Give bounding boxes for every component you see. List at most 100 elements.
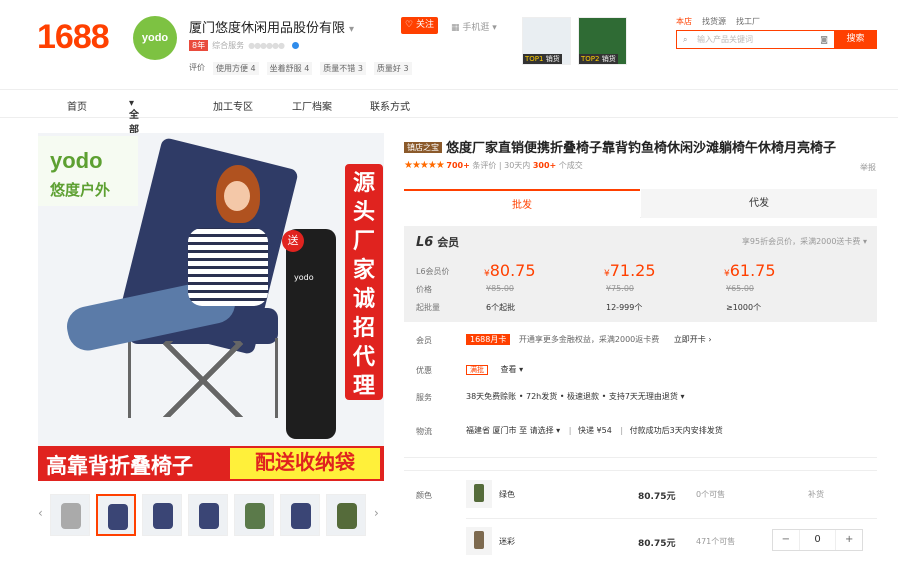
monthly-card-badge: 1688月卡 <box>466 334 511 345</box>
divider <box>404 457 877 458</box>
member-row-label: 会员 <box>416 336 432 345</box>
sku-stock: 0个可售 <box>696 490 726 499</box>
chevron-down-icon: ▾ <box>349 24 355 35</box>
orig-price-label: 价格 <box>416 285 432 294</box>
top2-tag: TOP2 销货 <box>579 54 618 64</box>
star-rating-icon: ★★★★★ <box>404 160 445 171</box>
search-button[interactable]: 搜索 <box>834 30 877 49</box>
decrement-button[interactable]: − <box>773 530 799 550</box>
overall-label: 综合服务 <box>212 41 245 50</box>
sku-name: 迷彩 <box>499 537 515 546</box>
thumbnail[interactable] <box>50 494 90 536</box>
quantity-input[interactable]: 0 <box>798 530 837 550</box>
sku-row: 迷彩 80.75元 471个可售 − 0 + <box>404 523 877 563</box>
promo-tag: 满批 <box>466 365 488 375</box>
promo-row-label: 优惠 <box>416 366 432 375</box>
promo-row: 满批 查看 ▾ <box>466 364 523 375</box>
divider <box>466 518 877 519</box>
rating-tag: 质量好 3 <box>373 62 412 75</box>
sku-price: 80.75元 <box>638 492 676 502</box>
chevron-right-icon[interactable]: › <box>374 506 379 520</box>
view-promo-link[interactable]: 查看 ▾ <box>501 365 524 374</box>
purchase-tabs: 批发 代发 <box>404 189 877 218</box>
tier-original-price: ¥85.00 <box>486 284 514 293</box>
sku-price: 80.75元 <box>638 539 676 549</box>
rating-tag: 质量不错 3 <box>320 62 366 75</box>
thumbnail[interactable] <box>280 494 320 536</box>
sku-name: 绿色 <box>499 490 515 499</box>
logistics-row: 福建省 厦门市 至 请选择 ▾ | 快递 ¥54 | 付款成功后3天内安排发货 <box>466 426 723 435</box>
rating-tag: 坐着舒服 4 <box>266 62 313 75</box>
report-link[interactable]: 举报 <box>860 162 876 173</box>
site-logo[interactable]: 1688 <box>37 18 110 57</box>
vertical-banner: 源头厂家 诚招代理 <box>345 164 383 400</box>
storage-bag: yodo <box>286 229 336 439</box>
member-discount-note[interactable]: 享95折会员价，采满2000送卡费 ▾ <box>742 236 867 247</box>
logistics-row-label: 物流 <box>416 427 432 436</box>
shop-logo[interactable]: yodo <box>133 16 177 60</box>
brand-logo: yodo 悠度户外 <box>38 136 138 206</box>
search-scope-tabs: 本店 找货源 找工厂 <box>676 16 760 27</box>
top1-product[interactable]: TOP1 销货 <box>522 17 571 65</box>
product-title: 镇店之宝 悠度厂家直销便携折叠椅子靠背钓鱼椅休闲沙滩躺椅午休椅月亮椅子 <box>404 137 836 156</box>
ratings-label: 评价 <box>189 63 205 72</box>
thumbnail[interactable] <box>96 494 136 536</box>
nav-processing[interactable]: 加工专区 <box>213 98 253 113</box>
nav-all-products[interactable]: 全部商品 ▾ <box>129 98 139 166</box>
tier-batch: ≥1000个 <box>726 303 762 312</box>
scope-shop[interactable]: 本店 <box>676 16 692 27</box>
person-shirt <box>188 228 268 306</box>
nav-home[interactable]: 首页 <box>67 98 87 113</box>
increment-button[interactable]: + <box>836 530 862 550</box>
scope-factory[interactable]: 找工厂 <box>736 16 760 27</box>
search-input[interactable]: ⌕ 输入产品关键词 ◙ <box>676 30 834 49</box>
member-price-label: L6会员价 <box>416 267 450 276</box>
destination-select[interactable]: 福建省 厦门市 至 请选择 ▾ <box>466 426 560 435</box>
sku-row: 绿色 80.75元 0个可售 补货 <box>404 476 877 516</box>
shop-name[interactable]: 厦门悠度休闲用品股份有限 ▾ <box>189 17 354 36</box>
tab-dropship[interactable]: 代发 <box>641 189 877 218</box>
thumbnail[interactable] <box>234 494 274 536</box>
tab-wholesale[interactable]: 批发 <box>404 189 640 218</box>
nav-contact[interactable]: 联系方式 <box>370 98 410 113</box>
tier-price: ¥71.25 <box>604 261 656 280</box>
sku-image[interactable] <box>466 480 492 508</box>
chevron-left-icon[interactable]: ‹ <box>38 506 43 520</box>
member-level: L6 会员 <box>416 235 460 250</box>
gift-badge: 送 <box>282 230 304 252</box>
moq-label: 起批量 <box>416 303 440 312</box>
years-badge: 8年 <box>189 40 209 51</box>
top1-tag: TOP1 销货 <box>523 54 562 64</box>
chair-cross-legs <box>148 341 258 417</box>
shipping-fee: 快递 ¥54 <box>578 426 612 435</box>
nav-factory[interactable]: 工厂档案 <box>292 98 332 113</box>
tier-price: ¥61.75 <box>724 261 776 280</box>
service-row-label: 服务 <box>416 393 432 402</box>
open-card-link[interactable]: 立即开卡 › <box>674 335 712 344</box>
thumbnail-strip: ‹ › <box>38 494 384 538</box>
divider <box>404 470 877 471</box>
sku-image[interactable] <box>466 527 492 555</box>
ship-note: 付款成功后3天内安排发货 <box>629 426 723 435</box>
rating-tag: 使用方便 4 <box>213 62 259 75</box>
service-row[interactable]: 38天免费赊账 • 72h发货 • 极速退款 • 支持7天无理由退货 ▾ <box>466 391 685 402</box>
tier-batch: 6个起批 <box>486 303 516 312</box>
member-row: 1688月卡 开通享更多金融权益，采满2000返卡费 立即开卡 › <box>466 334 712 345</box>
top2-product[interactable]: TOP2 销货 <box>578 17 627 65</box>
main-product-image[interactable]: yodo 悠度户外 yodo 送 源头厂家 诚招代理 高靠背折叠椅子 配送收纳袋 <box>38 133 384 481</box>
price-box: L6 会员 享95折会员价，采满2000送卡费 ▾ L6会员价 价格 起批量 ¥… <box>404 226 877 322</box>
camera-icon[interactable]: ◙ <box>820 31 828 48</box>
follow-button[interactable]: ♡ 关注 <box>401 17 438 34</box>
thumbnail[interactable] <box>142 494 182 536</box>
search-icon: ⌕ <box>683 35 688 44</box>
overall-stars: ●●●●●● <box>248 41 285 50</box>
shop-ratings: 评价 使用方便 4 坐着舒服 4 质量不错 3 质量好 3 <box>189 62 412 75</box>
scope-goods[interactable]: 找货源 <box>702 16 726 27</box>
thumbnail[interactable] <box>188 494 228 536</box>
mobile-link[interactable]: ▦ 手机逛 ▾ <box>451 20 497 33</box>
verified-icon <box>291 42 299 49</box>
person-face <box>224 181 250 211</box>
restock-button[interactable]: 补货 <box>808 489 824 500</box>
tier-original-price: ¥65.00 <box>726 284 754 293</box>
thumbnail[interactable] <box>326 494 366 536</box>
